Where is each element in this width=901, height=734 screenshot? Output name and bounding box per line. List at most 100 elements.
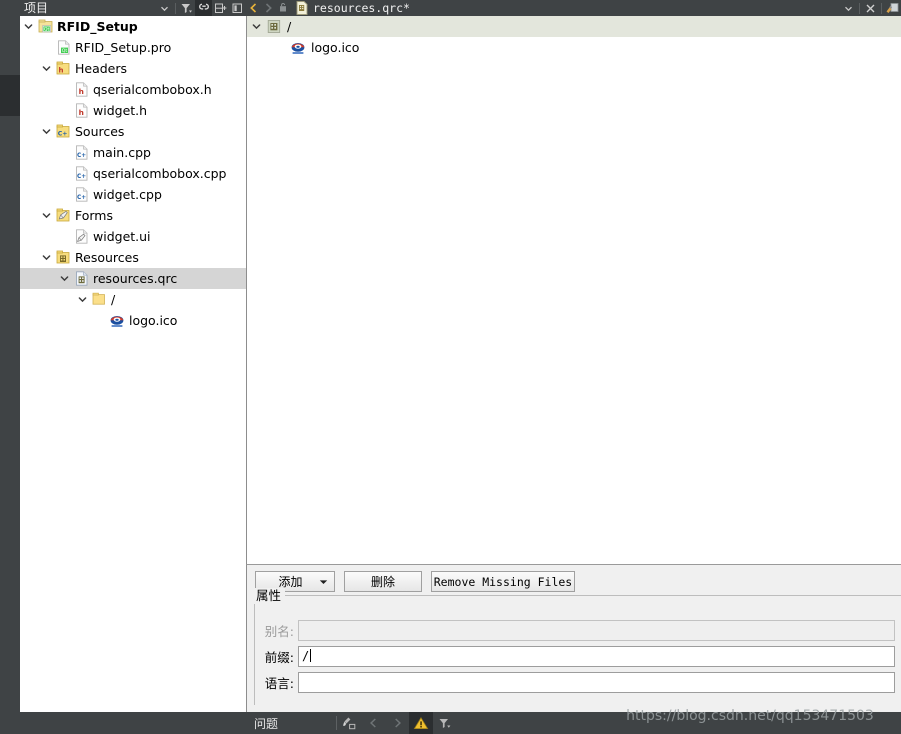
qrc-file-icon [72,268,90,289]
close-icon[interactable] [862,0,879,16]
tree-item-logo-ico[interactable]: logo.ico [20,310,246,331]
chevron-down-icon[interactable] [38,247,54,268]
cpp-file-icon: C+ [72,142,90,163]
remove-missing-files-button[interactable]: Remove Missing Files [431,571,575,592]
headers-folder-icon: h [54,58,72,79]
chevron-down-icon [319,579,328,585]
chevron-down-icon[interactable] [38,121,54,142]
resources-folder-icon [54,247,72,268]
alias-field-row: 别名: [256,620,895,641]
resource-row-label: / [287,19,292,34]
svg-text:C+: C+ [58,130,68,137]
status-bar-left-filler [0,712,246,734]
chevron-right-icon[interactable] [261,0,276,16]
close-panel-icon[interactable] [229,0,246,16]
tree-item-label: Forms [75,208,114,223]
chevron-down-icon[interactable] [56,268,72,289]
tree-item-label: Headers [75,61,128,76]
forms-folder-icon [54,205,72,226]
project-tree[interactable]: Qt RFID_Setup Qt RFID_Setup.pro h Headers h qse… [20,16,246,734]
tree-item-headers[interactable]: h Headers [20,58,246,79]
mode-selector-strip[interactable] [0,0,20,734]
chevron-left-icon[interactable] [246,0,261,16]
tree-item-label: main.cpp [93,145,151,160]
prefix-field[interactable]: / [298,646,895,667]
properties-groupbox-title: 属性 [254,588,286,604]
svg-text:h: h [78,108,83,117]
next-issue-icon[interactable] [385,712,409,734]
chevron-down-icon[interactable] [840,0,857,16]
ui-file-icon [72,226,90,247]
tree-item-main-cpp[interactable]: C+ main.cpp [20,142,246,163]
mode-strip-active-item[interactable] [0,75,20,116]
tree-item-resources[interactable]: Resources [20,247,246,268]
issues-panel-label[interactable]: 问题 [246,715,278,732]
warning-icon[interactable] [409,712,434,734]
prefix-field-value: / [302,649,310,663]
qrc-file-icon [296,1,308,15]
tree-item-[interactable]: / [20,289,246,310]
h-file-icon: h [72,100,90,121]
editor-toolbar: resources.qrc* [246,0,901,16]
filter-icon[interactable] [178,0,195,16]
sources-folder-icon: C+ [54,121,72,142]
h-file-icon: h [72,79,90,100]
tree-item-label: qserialcombobox.h [93,82,212,97]
tree-item-qserialcombobox-cpp[interactable]: C+ qserialcombobox.cpp [20,163,246,184]
tree-item-label: qserialcombobox.cpp [93,166,227,181]
clear-icon[interactable] [337,712,361,734]
filter-icon[interactable] [433,712,457,734]
tree-item-label: / [111,292,116,307]
tree-item-label: widget.ui [93,229,151,244]
tree-item-forms[interactable]: Forms [20,205,246,226]
tree-item-sources[interactable]: C+ Sources [20,121,246,142]
language-field[interactable] [298,672,895,693]
svg-text:C+: C+ [77,195,86,201]
language-field-label: 语言: [264,676,294,691]
tree-item-label: widget.cpp [93,187,162,202]
remove-button[interactable]: 删除 [344,571,422,592]
link-icon[interactable] [195,0,212,16]
tree-item-label: RFID_Setup [57,19,138,34]
resource-tree[interactable]: / logo.ico [246,16,901,564]
toolbar-divider [859,2,860,14]
split-add-icon[interactable] [212,0,229,16]
tree-item-resources-qrc[interactable]: resources.qrc [20,268,246,289]
tree-item-widget-cpp[interactable]: C+ widget.cpp [20,184,246,205]
chevron-down-icon[interactable] [74,289,90,310]
chevron-down-icon[interactable] [38,58,54,79]
prev-issue-icon[interactable] [361,712,385,734]
chevron-down-icon[interactable] [156,0,173,16]
qrc-prefix-icon [265,16,283,37]
editor-filename: resources.qrc* [313,1,410,15]
resource-row[interactable]: / [247,16,901,37]
project-panel-header: 项目 [20,0,246,16]
alias-field[interactable] [298,620,895,641]
tree-item-widget-h[interactable]: h widget.h [20,100,246,121]
chevron-down-icon[interactable] [247,16,265,37]
editor-file-tab[interactable]: resources.qrc* [292,1,840,15]
svg-text:h: h [59,67,64,75]
folder-icon [90,289,108,310]
tree-item-rfid-setup[interactable]: Qt RFID_Setup [20,16,246,37]
split-editor-icon[interactable] [884,0,901,16]
resource-row[interactable]: logo.ico [247,37,901,58]
tree-item-label: Resources [75,250,139,265]
tree-item-label: widget.h [93,103,148,118]
tree-item-label: logo.ico [129,313,178,328]
chevron-down-icon[interactable] [38,205,54,226]
tree-item-qserialcombobox-h[interactable]: h qserialcombobox.h [20,79,246,100]
editor-toolbar-right [840,0,901,16]
toolbar-divider [881,2,882,14]
tree-item-rfid-setup-pro[interactable]: Qt RFID_Setup.pro [20,37,246,58]
lock-icon[interactable] [276,0,292,16]
tree-item-widget-ui[interactable]: widget.ui [20,226,246,247]
chevron-down-icon[interactable] [20,16,36,37]
